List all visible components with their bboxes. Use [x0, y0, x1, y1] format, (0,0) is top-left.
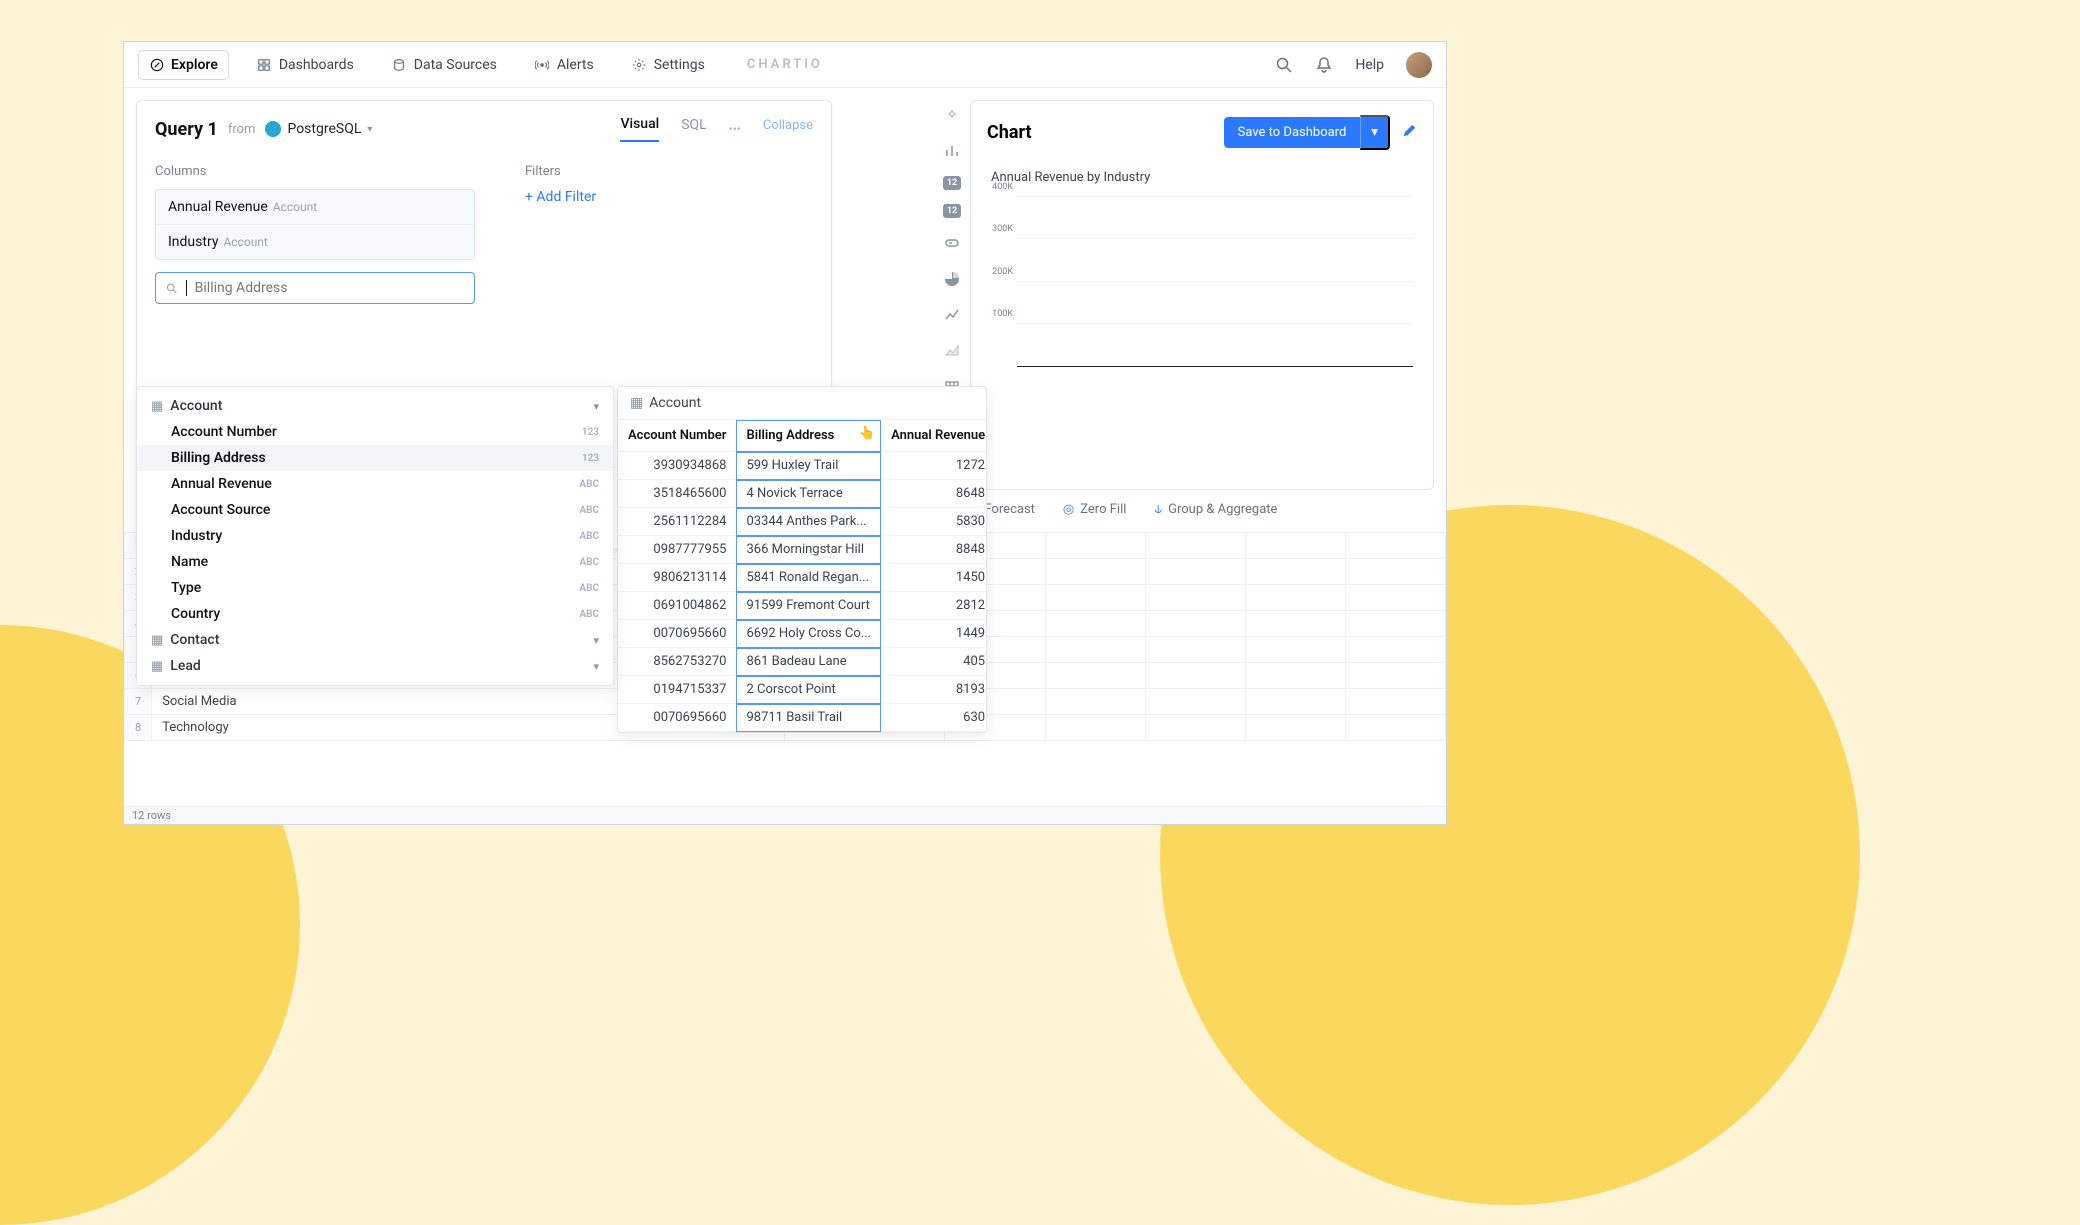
ellipsis-icon[interactable]: ••• — [729, 122, 741, 136]
table-icon: ▦ — [151, 399, 163, 414]
chart-panel-title: Chart — [987, 122, 1032, 143]
table-account[interactable]: ▦ Account▾ — [137, 393, 613, 419]
preview-row[interactable]: 0987777955366 Morningstar Hill8848 — [618, 536, 987, 564]
help-link[interactable]: Help — [1355, 57, 1384, 73]
collapse-link[interactable]: Collapse — [763, 118, 813, 141]
chevron-down-icon: ▾ — [367, 124, 372, 135]
columns-box: Annual RevenueAccount IndustryAccount — [155, 189, 475, 260]
database-icon — [392, 57, 407, 72]
chevron-down-icon: ▾ — [593, 400, 599, 413]
schema-column[interactable]: Billing Address123 — [137, 445, 613, 471]
tab-sql[interactable]: SQL — [681, 117, 706, 141]
query-title: Query 1 — [155, 119, 218, 140]
pipeline-group-aggregate[interactable]: ⫝Group & Aggregate — [1154, 502, 1277, 517]
preview-row[interactable]: 01947153372 Corscot Point8193 — [618, 676, 987, 704]
y-axis-tick: 300K — [992, 224, 1017, 234]
table-icon: ▦ — [151, 633, 163, 648]
nav-explore[interactable]: Explore — [138, 50, 229, 80]
schema-column[interactable]: TypeABC — [137, 575, 613, 601]
y-axis-tick: 400K — [992, 182, 1017, 192]
top-navbar: Explore Dashboards Data Sources Alerts S… — [124, 42, 1446, 88]
add-filter-button[interactable]: + Add Filter — [525, 189, 596, 205]
schema-column[interactable]: CountryABC — [137, 601, 613, 627]
search-icon — [166, 282, 178, 295]
app-window: Explore Dashboards Data Sources Alerts S… — [123, 41, 1447, 825]
preview-col-header[interactable]: Account Number — [618, 420, 736, 452]
table-icon: ▦ — [630, 395, 643, 411]
from-label: from — [228, 122, 256, 137]
save-dropdown-button[interactable]: ▾ — [1360, 115, 1390, 150]
preview-row[interactable]: 00706956606692 Holy Cross Co...1449 — [618, 620, 987, 648]
nav-datasources[interactable]: Data Sources — [382, 51, 507, 79]
preview-row[interactable]: 256111228403344 Anthes Park...5830 — [618, 508, 987, 536]
y-axis-tick: 200K — [992, 267, 1017, 277]
schema-column[interactable]: NameABC — [137, 549, 613, 575]
pointer-cursor-icon: 👆 — [859, 426, 875, 441]
magic-icon[interactable]: ✧ — [941, 104, 963, 126]
line-chart-icon[interactable] — [941, 304, 963, 326]
preview-row[interactable]: 35184656004 Novick Terrace8648 — [618, 480, 987, 508]
preview-row[interactable]: 8562753270861 Badeau Lane405 — [618, 648, 987, 676]
datasource-selector[interactable]: PostgreSQL ▾ — [265, 121, 372, 137]
preview-col-header-selected[interactable]: Billing Address 👆 — [736, 420, 881, 452]
save-to-dashboard-button[interactable]: Save to Dashboard — [1224, 117, 1361, 148]
number-trend-icon[interactable]: 12 — [943, 204, 961, 218]
pie-icon[interactable] — [941, 268, 963, 290]
preview-row[interactable]: 069100486291599 Fremont Court2812 — [618, 592, 987, 620]
grid-icon — [257, 57, 272, 72]
preview-row[interactable]: 98062131145841 Ronald Regan...1450 — [618, 564, 987, 592]
preview-row[interactable]: 007069566098711 Basil Trail630 — [618, 704, 987, 732]
chevron-down-icon: ▾ — [593, 634, 599, 647]
y-axis-tick: 100K — [992, 309, 1017, 319]
nav-dashboards[interactable]: Dashboards — [247, 51, 364, 79]
table-icon: ▦ — [151, 659, 163, 674]
bell-icon[interactable] — [1315, 56, 1333, 74]
preview-table-popup: ▦Account Account Number Billing Address … — [617, 386, 987, 733]
schema-column[interactable]: Annual RevenueABC — [137, 471, 613, 497]
filters-label: Filters — [525, 164, 596, 179]
bar-chart-icon[interactable] — [941, 140, 963, 162]
column-chip[interactable]: Annual RevenueAccount — [156, 190, 474, 225]
datasource-dot-icon — [265, 121, 281, 137]
user-avatar[interactable] — [1406, 52, 1432, 78]
chart-plot: 100K200K300K400K — [1017, 197, 1413, 367]
chart-card: Chart Save to Dashboard ▾ Annual Revenue… — [970, 100, 1434, 490]
brand-logo: CHARTIO — [747, 57, 823, 72]
column-search-input[interactable] — [155, 272, 475, 304]
edit-icon[interactable] — [1402, 123, 1417, 142]
table-lead[interactable]: ▦ Lead▾ — [137, 653, 613, 679]
chart-title: Annual Revenue by Industry — [991, 170, 1417, 185]
schema-column[interactable]: Account Number123 — [137, 419, 613, 445]
number-icon[interactable]: 12 — [943, 176, 961, 190]
zero-icon: ◎ — [1063, 502, 1074, 517]
columns-label: Columns — [155, 164, 475, 179]
table-contact[interactable]: ▦ Contact▾ — [137, 627, 613, 653]
area-chart-icon[interactable] — [941, 340, 963, 362]
status-footer: 12 rows — [124, 806, 1446, 824]
gear-icon — [632, 57, 647, 72]
preview-row[interactable]: 3930934868599 Huxley Trail1272 — [618, 452, 987, 480]
column-chip[interactable]: IndustryAccount — [156, 225, 474, 259]
chevron-down-icon: ▾ — [593, 660, 599, 673]
preview-col-header[interactable]: Annual Revenue — [881, 420, 987, 452]
schema-tree-dropdown: ▦ Account▾ Account Number123Billing Addr… — [136, 386, 614, 686]
group-icon: ⫝ — [1154, 502, 1162, 517]
nav-settings[interactable]: Settings — [622, 51, 715, 79]
gauge-icon[interactable] — [941, 232, 963, 254]
broadcast-icon — [535, 57, 550, 72]
compass-icon — [149, 57, 164, 72]
schema-column[interactable]: IndustryABC — [137, 523, 613, 549]
search-icon[interactable] — [1275, 56, 1293, 74]
tab-visual[interactable]: Visual — [620, 116, 659, 142]
schema-column[interactable]: Account SourceABC — [137, 497, 613, 523]
pipeline-zero-fill[interactable]: ◎Zero Fill — [1063, 502, 1126, 517]
nav-alerts[interactable]: Alerts — [525, 51, 604, 79]
